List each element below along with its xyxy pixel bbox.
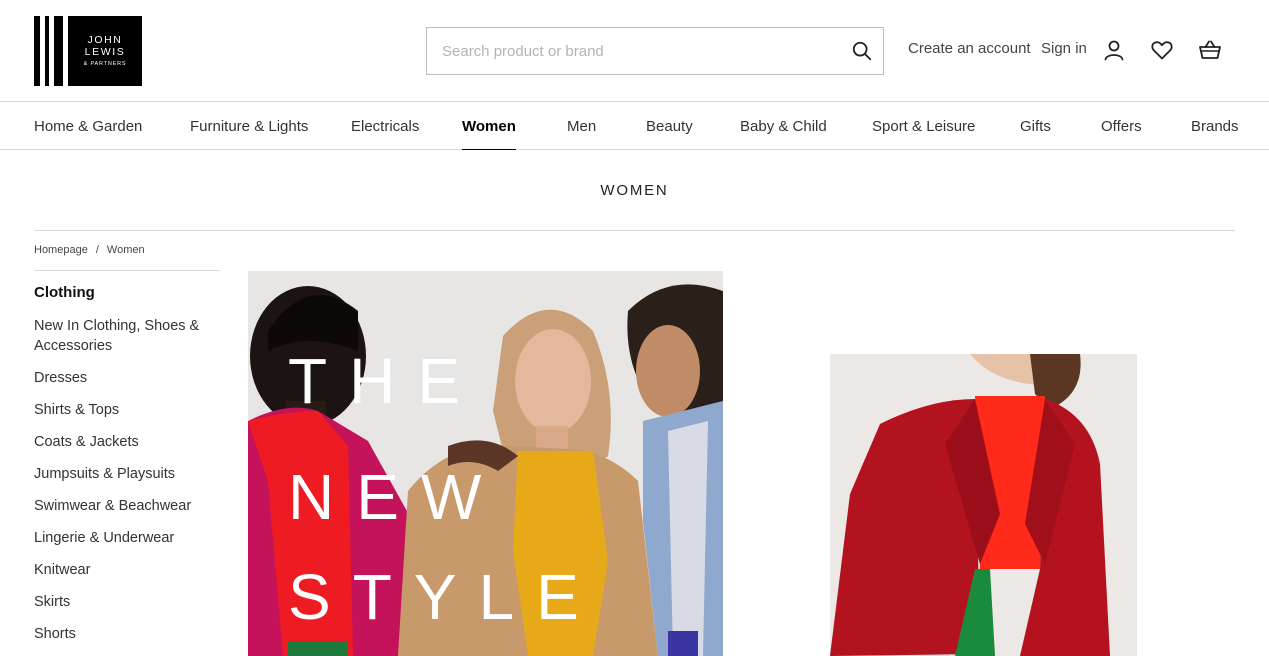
promo-photo (830, 354, 1137, 656)
sidebar-item-jumpsuits[interactable]: Jumpsuits & Playsuits (34, 464, 220, 484)
sidebar-item-knitwear[interactable]: Knitwear (34, 560, 220, 580)
nav-item-baby-child[interactable]: Baby & Child (740, 118, 827, 135)
breadcrumb-homepage[interactable]: Homepage (34, 244, 88, 256)
nav-item-gifts[interactable]: Gifts (1020, 118, 1051, 135)
logo-text-lewis: LEWIS (84, 46, 126, 59)
hero-text-line1: THE (288, 345, 482, 417)
sidebar-item-coats-jackets[interactable]: Coats & Jackets (34, 432, 220, 452)
nav-item-women[interactable]: Women (462, 118, 516, 150)
sidebar-item-skirts[interactable]: Skirts (34, 592, 220, 612)
nav-item-beauty[interactable]: Beauty (646, 118, 693, 135)
breadcrumb-women[interactable]: Women (107, 244, 145, 256)
account-icon[interactable] (1102, 38, 1126, 62)
hero-text-line2: NEW (288, 461, 504, 533)
basket-icon[interactable] (1198, 38, 1222, 62)
sign-in-link[interactable]: Sign in (1041, 40, 1087, 57)
breadcrumb-separator: / (95, 244, 99, 256)
divider (34, 270, 220, 271)
search-input[interactable] (427, 28, 837, 74)
nav-item-furniture-lights[interactable]: Furniture & Lights (190, 118, 308, 135)
breadcrumb: Homepage / Women (34, 244, 145, 256)
search-box (426, 27, 884, 75)
nav-item-offers[interactable]: Offers (1101, 118, 1142, 135)
sidebar-item-shorts[interactable]: Shorts (34, 624, 220, 644)
sidebar-heading-clothing[interactable]: Clothing (34, 284, 220, 304)
promo-tile-image[interactable] (830, 354, 1137, 656)
logo-bar (45, 16, 49, 86)
nav-item-home-garden[interactable]: Home & Garden (34, 118, 142, 135)
create-account-link[interactable]: Create an account (908, 40, 1031, 57)
divider (34, 230, 1235, 231)
page-title: WOMEN (600, 182, 669, 199)
logo-wordmark: JOHN LEWIS & PARTNERS (68, 16, 142, 86)
sidebar-item-lingerie[interactable]: Lingerie & Underwear (34, 528, 220, 548)
logo-bar (54, 16, 63, 86)
nav-item-men[interactable]: Men (567, 118, 596, 135)
sidebar-item-new-in[interactable]: New In Clothing, Shoes & Accessories (34, 316, 220, 356)
hero-text-line3: STYLE (288, 561, 601, 633)
sidebar-item-swimwear[interactable]: Swimwear & Beachwear (34, 496, 220, 516)
search-icon[interactable] (851, 40, 873, 62)
hero-banner-image[interactable]: THE NEW STYLE (248, 271, 723, 656)
logo-text-john: JOHN (87, 34, 123, 47)
nav-item-brands[interactable]: Brands (1191, 118, 1239, 135)
main-navigation: Home & Garden Furniture & Lights Electri… (0, 102, 1269, 150)
heart-icon[interactable] (1150, 38, 1174, 62)
category-sidebar: Clothing New In Clothing, Shoes & Access… (34, 284, 220, 656)
nav-item-electricals[interactable]: Electricals (351, 118, 419, 135)
nav-item-sport-leisure[interactable]: Sport & Leisure (872, 118, 975, 135)
john-lewis-logo[interactable]: JOHN LEWIS & PARTNERS (34, 16, 142, 86)
sidebar-item-shirts-tops[interactable]: Shirts & Tops (34, 400, 220, 420)
logo-text-partners: & PARTNERS (83, 61, 127, 68)
logo-bar (34, 16, 40, 86)
site-header: JOHN LEWIS & PARTNERS Create an account … (0, 0, 1269, 102)
sidebar-item-dresses[interactable]: Dresses (34, 368, 220, 388)
